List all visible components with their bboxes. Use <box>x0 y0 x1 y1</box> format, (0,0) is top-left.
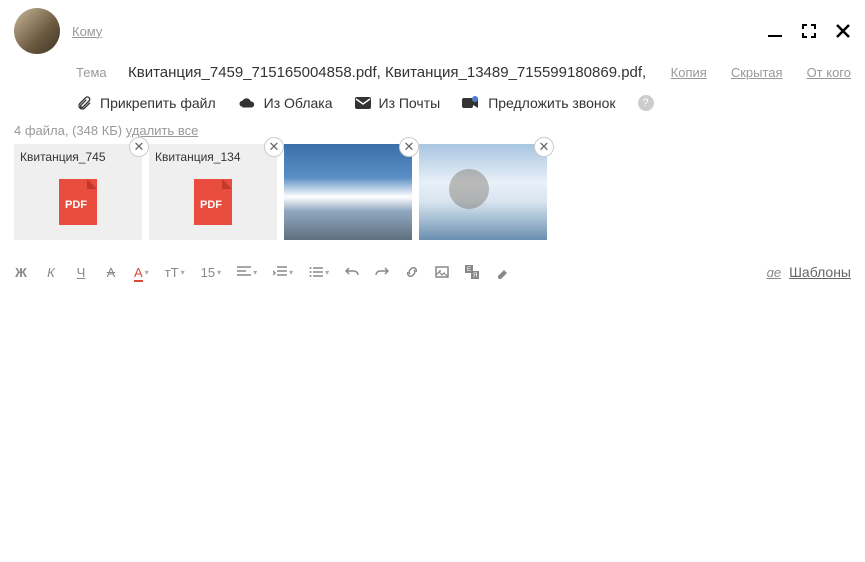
align-button[interactable]: ▾ <box>237 266 257 278</box>
bcc-link[interactable]: Скрытая <box>731 65 783 80</box>
pdf-icon: PDF <box>59 179 97 225</box>
redo-button[interactable] <box>375 265 389 279</box>
pdf-icon: PDF <box>194 179 232 225</box>
svg-text:Я: Я <box>473 273 477 279</box>
font-size-button[interactable]: тТ▾ <box>165 265 185 280</box>
editor-toolbar: Ж К Ч A A▾ тТ▾ 15▾ ▾ ▾ ▾ EЯ <box>14 258 851 286</box>
from-cloud-label: Из Облака <box>264 95 333 111</box>
from-mail-button[interactable]: Из Почты <box>355 95 441 111</box>
underline-button[interactable]: Ч <box>74 265 88 280</box>
italic-button[interactable]: К <box>44 265 58 280</box>
subject-label: Тема <box>76 65 114 80</box>
from-mail-label: Из Почты <box>379 95 441 111</box>
undo-button[interactable] <box>345 265 359 279</box>
envelope-icon <box>355 96 371 110</box>
translate-button[interactable]: EЯ <box>465 265 479 279</box>
indent-button[interactable]: ▾ <box>273 266 293 278</box>
cc-link[interactable]: Копия <box>671 65 707 80</box>
attachment-name: Квитанция_134 <box>149 144 277 164</box>
attachments-summary: 4 файла, (348 КБ) удалить все <box>14 123 851 138</box>
attachment-card[interactable]: ✕ Квитанция_134 PDF <box>149 144 277 240</box>
minimize-icon[interactable] <box>767 23 783 39</box>
paperclip-icon <box>76 95 92 111</box>
templates-button[interactable]: Шаблоны <box>789 264 851 280</box>
attach-file-label: Прикрепить файл <box>100 95 216 111</box>
avatar[interactable] <box>14 8 60 54</box>
close-icon[interactable] <box>835 23 851 39</box>
from-cloud-button[interactable]: Из Облака <box>238 95 333 111</box>
svg-text:E: E <box>467 267 471 273</box>
eraser-button[interactable] <box>495 265 509 279</box>
attachment-card[interactable]: ✕ <box>284 144 412 240</box>
remove-attachment-icon[interactable]: ✕ <box>399 137 419 157</box>
text-color-button[interactable]: A▾ <box>134 265 149 280</box>
attachment-card[interactable]: ✕ <box>419 144 547 240</box>
maximize-icon[interactable] <box>801 23 817 39</box>
remove-attachment-icon[interactable]: ✕ <box>264 137 284 157</box>
bold-button[interactable]: Ж <box>14 265 28 280</box>
from-link[interactable]: От кого <box>807 65 851 80</box>
attachment-name: Квитанция_745 <box>14 144 142 164</box>
subject-input[interactable]: Квитанция_7459_715165004858.pdf, Квитанц… <box>128 64 647 81</box>
link-button[interactable] <box>405 265 419 279</box>
attachment-card[interactable]: ✕ Квитанция_745 PDF <box>14 144 142 240</box>
to-field-label[interactable]: Кому <box>72 24 102 39</box>
attach-file-button[interactable]: Прикрепить файл <box>76 95 216 111</box>
signature-button[interactable]: ɑе <box>767 265 781 280</box>
remove-attachment-icon[interactable]: ✕ <box>129 137 149 157</box>
strike-button[interactable]: A <box>104 265 118 280</box>
image-thumbnail <box>419 144 547 240</box>
image-thumbnail <box>284 144 412 240</box>
list-button[interactable]: ▾ <box>309 266 329 278</box>
remove-attachment-icon[interactable]: ✕ <box>534 137 554 157</box>
help-icon[interactable]: ? <box>638 95 654 111</box>
video-camera-icon <box>462 96 480 110</box>
delete-all-link[interactable]: удалить все <box>126 123 199 138</box>
image-button[interactable] <box>435 265 449 279</box>
propose-call-button[interactable]: Предложить звонок <box>462 95 615 111</box>
cloud-icon <box>238 95 256 111</box>
size-value-button[interactable]: 15▾ <box>201 265 221 280</box>
propose-call-label: Предложить звонок <box>488 95 615 111</box>
